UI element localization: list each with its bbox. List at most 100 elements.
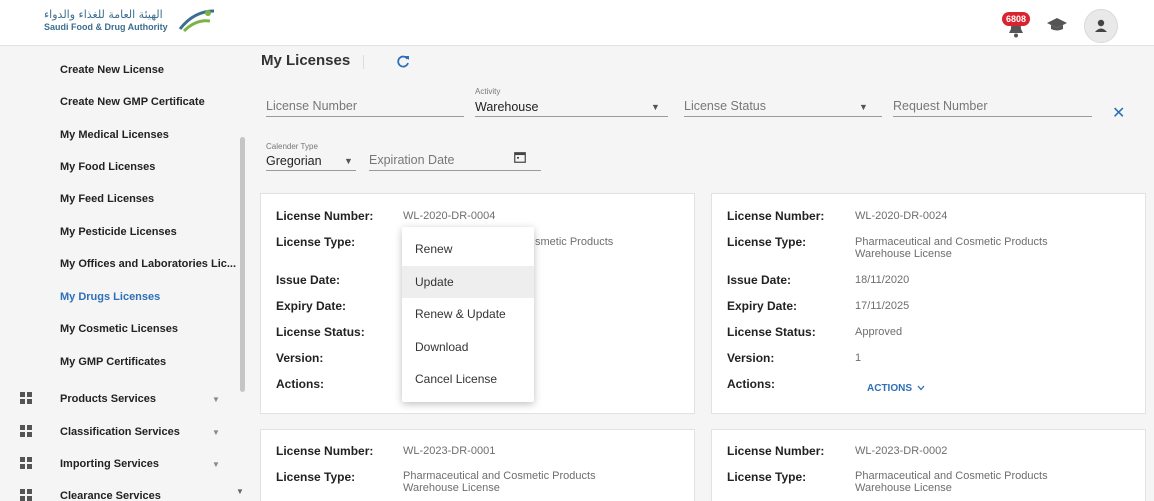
license-number-value: WL-2023-DR-0002 [855,445,948,457]
grid-icon [20,489,32,501]
chevron-down-icon [917,385,925,391]
license-number-label: License Number: [727,209,825,223]
license-status-select[interactable]: License Status ▼ [684,87,882,117]
page-title: My Licenses [261,52,351,69]
sidebar-item-medical-licenses[interactable]: My Medical Licenses [60,129,169,141]
license-number-value: WL-2020-DR-0024 [855,210,948,222]
expiry-date-label: Expiry Date: [276,299,347,313]
license-type-label: License Type: [276,470,356,484]
chevron-down-icon: ▼ [212,395,220,404]
activity-label: Activity [475,87,501,96]
chevron-down-icon: ▼ [212,428,220,437]
license-card: License Number: WL-2020-DR-0024 License … [711,193,1146,414]
license-card: License Number: WL-2023-DR-0001 License … [260,429,695,501]
sidebar-section-classification-services[interactable]: Classification Services [60,426,180,438]
sidebar-item-offices-labs-licenses[interactable]: My Offices and Laboratories Lic... [60,258,236,270]
grid-icon [20,425,32,437]
sidebar-item-cosmetic-licenses[interactable]: My Cosmetic Licenses [60,323,178,335]
calendar-type-select[interactable]: Calender Type Gregorian ▼ [266,142,356,171]
license-type-value-line2: Warehouse License [855,248,952,260]
sfda-logo[interactable]: الهيئة العامة للغذاء والدواء Saudi Food … [44,7,218,33]
sidebar-item-food-licenses[interactable]: My Food Licenses [60,161,155,173]
sidebar: Create New License Create New GMP Certif… [0,47,250,501]
menu-item-download[interactable]: Download [402,331,534,363]
license-number-value: WL-2023-DR-0001 [403,445,496,457]
issue-date-label: Issue Date: [276,273,341,287]
sidebar-item-create-gmp-certificate[interactable]: Create New GMP Certificate [60,96,205,108]
expiry-date-value: 17/11/2025 [855,300,910,312]
license-type-value: smetic Products [535,236,614,248]
menu-item-update[interactable]: Update [402,266,534,298]
license-card: License Number: WL-2023-DR-0002 License … [711,429,1146,501]
license-status-placeholder: License Status [684,99,766,113]
menu-item-cancel-license[interactable]: Cancel License [402,363,534,395]
actions-label: Actions: [276,377,324,391]
activity-select[interactable]: Activity Warehouse ▼ [475,87,668,117]
sfda-emblem-icon [178,9,214,33]
sidebar-scrollbar[interactable] [240,137,245,392]
license-number-label: License Number: [727,444,825,458]
license-number-input[interactable]: License Number [266,87,464,117]
license-type-value-line2: Warehouse License [403,482,500,494]
divider [363,55,364,69]
logo-arabic-text: الهيئة العامة للغذاء والدواء [44,7,163,21]
version-label: Version: [727,351,775,365]
license-type-label: License Type: [276,235,356,249]
sidebar-item-gmp-certificates[interactable]: My GMP Certificates [60,356,166,368]
caret-down-icon: ▼ [344,156,353,166]
sidebar-item-feed-licenses[interactable]: My Feed Licenses [60,193,154,205]
license-type-value-line1: Pharmaceutical and Cosmetic Products [855,236,1048,248]
calendar-icon[interactable] [514,151,526,163]
avatar[interactable] [1084,9,1118,43]
graduation-cap-icon[interactable] [1046,15,1068,38]
notification-badge: 6808 [1002,12,1031,26]
activity-value: Warehouse [475,100,539,114]
license-type-label: License Type: [727,235,807,249]
license-status-label: License Status: [276,325,365,339]
expiry-date-label: Expiry Date: [727,299,798,313]
chevron-down-icon: ▼ [212,460,220,469]
issue-date-label: Issue Date: [727,273,792,287]
actions-button-label: ACTIONS [867,383,912,394]
calendar-type-value: Gregorian [266,154,322,168]
sidebar-section-importing-services[interactable]: Importing Services [60,458,159,470]
sidebar-section-products-services[interactable]: Products Services [60,393,156,405]
top-header: الهيئة العامة للغذاء والدواء Saudi Food … [0,0,1154,46]
logo-english-text: Saudi Food & Drug Authority [44,21,168,32]
expiration-date-placeholder: Expiration Date [369,153,455,167]
grid-icon [20,457,32,469]
notification-button[interactable]: 6808 [1002,12,1031,40]
version-label: Version: [276,351,324,365]
license-type-label: License Type: [727,470,807,484]
menu-item-renew-and-update[interactable]: Renew & Update [402,298,534,330]
refresh-icon[interactable] [396,55,410,69]
close-icon[interactable]: ✕ [1112,103,1125,123]
license-number-label: License Number: [276,444,374,458]
license-status-value: Approved [855,326,903,338]
license-number-placeholder: License Number [266,99,358,113]
grid-icon [20,392,32,404]
actions-label: Actions: [727,377,775,391]
actions-menu: Renew Update Renew & Update Download Can… [402,227,534,402]
user-icon [1095,19,1107,32]
sidebar-section-clearance-services[interactable]: Clearance Services [60,490,161,501]
license-type-value-line1: Pharmaceutical and Cosmetic Products [403,470,596,482]
request-number-input[interactable]: Request Number [893,87,1092,117]
version-value: 1 [855,352,862,364]
caret-down-icon: ▼ [651,102,660,112]
license-type-value-line1: Pharmaceutical and Cosmetic Products [855,470,1048,482]
sidebar-item-drugs-licenses[interactable]: My Drugs Licenses [60,291,160,303]
scroll-down-arrow-icon[interactable]: ▼ [236,487,244,496]
expiration-date-input[interactable]: Expiration Date [369,142,541,171]
actions-dropdown-button[interactable]: ACTIONS [867,383,925,394]
request-number-placeholder: Request Number [893,99,988,113]
license-number-value: WL-2020-DR-0004 [403,210,496,222]
calendar-type-label: Calender Type [266,142,318,151]
license-type-value-line2: Warehouse License [855,482,952,494]
menu-item-renew[interactable]: Renew [402,233,534,265]
license-number-label: License Number: [276,209,374,223]
issue-date-value: 18/11/2020 [855,274,910,286]
caret-down-icon: ▼ [859,102,868,112]
sidebar-item-create-new-license[interactable]: Create New License [60,64,164,76]
sidebar-item-pesticide-licenses[interactable]: My Pesticide Licenses [60,226,177,238]
